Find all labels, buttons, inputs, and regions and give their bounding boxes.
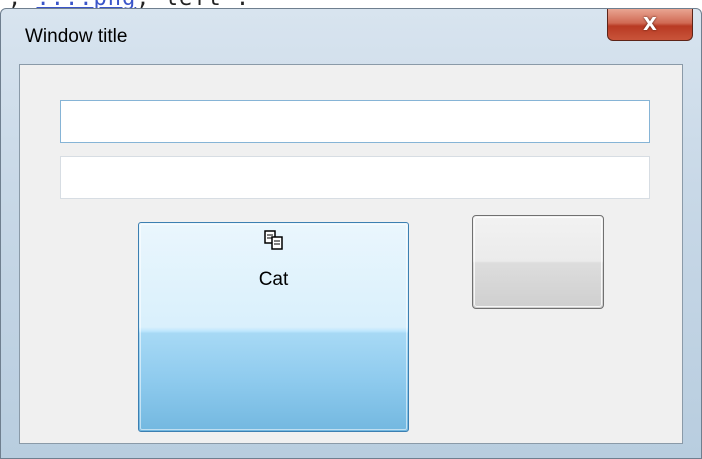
window-title: Window title [25,26,128,47]
close-button[interactable]: X [607,9,693,41]
client-area: Cat [19,64,683,444]
copy-icon-svg [263,230,283,250]
cat-button[interactable]: Cat [138,222,409,432]
window: Window title X Cat [0,8,702,459]
title-bar[interactable]: Window title X [1,9,701,59]
text-input-2[interactable] [61,157,649,198]
cat-button-label: Cat [258,269,289,290]
text-field-1[interactable] [60,100,650,143]
text-input-1[interactable] [61,101,649,142]
close-icon: X [643,13,657,35]
plain-button[interactable] [472,215,604,309]
copy-icon [139,229,408,257]
text-field-2[interactable] [60,156,650,199]
